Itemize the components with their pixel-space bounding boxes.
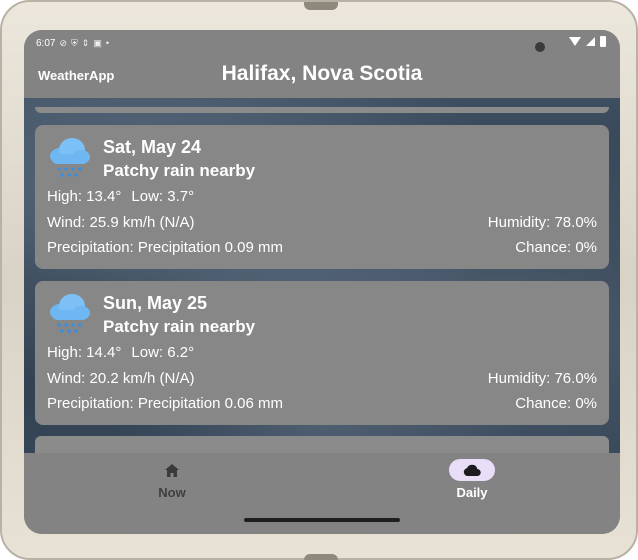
day-title: Sat, May 24: [103, 137, 202, 157]
low-temp: Low: 6.2°: [131, 344, 195, 361]
next-card-edge: [35, 436, 609, 453]
rain-cloud-icon: [50, 294, 90, 333]
precipitation-text: Precipitation: Precipitation 0.06 mm: [47, 395, 283, 412]
shield-icon: ⛨: [71, 37, 78, 48]
wifi-icon: [569, 37, 581, 46]
temperature-row: High: 14.4° Low: 6.2°: [47, 344, 194, 361]
cloud-icon: [463, 464, 481, 476]
temperature-row: High: 13.4° Low: 3.7°: [47, 188, 194, 205]
humidity-text: Humidity: 78.0%: [487, 214, 597, 231]
device-frame: 6:07 ⊘ ⛨ ⇕ ▣ • WeatherApp Halifax, Nova …: [0, 0, 638, 560]
high-temp: High: 14.4°: [47, 344, 122, 361]
hinge-bottom: [304, 554, 338, 560]
app-bar: WeatherApp Halifax, Nova Scotia: [24, 56, 620, 98]
bottom-navigation: Now Daily: [24, 453, 620, 534]
forecast-card[interactable]: Sat, May 24 Patchy rain nearby High: 13.…: [35, 125, 609, 269]
nav-pill-daily: [449, 459, 495, 481]
sync-icon: ⊘: [59, 37, 68, 48]
page-title: Halifax, Nova Scotia: [221, 62, 423, 85]
camera-icon: [535, 42, 545, 52]
dot-icon: •: [105, 38, 109, 48]
forecast-card[interactable]: Sun, May 25 Patchy rain nearby High: 14.…: [35, 281, 609, 425]
low-temp: Low: 3.7°: [131, 188, 195, 205]
wind-text: Wind: 20.2 km/h (N/A): [47, 370, 195, 387]
day-title: Sun, May 25: [103, 293, 208, 313]
gesture-handle[interactable]: [244, 518, 400, 522]
wind-text: Wind: 25.9 km/h (N/A): [47, 214, 195, 231]
vpn-icon: ⇕: [81, 37, 90, 48]
nav-label-now: Now: [158, 485, 186, 500]
nav-pill-now: [149, 459, 195, 481]
status-bar: 6:07 ⊘ ⛨ ⇕ ▣ •: [24, 30, 620, 56]
status-time: 6:07: [36, 37, 56, 49]
forecast-list[interactable]: Sat, May 24 Patchy rain nearby High: 13.…: [24, 98, 620, 453]
home-icon: [165, 463, 179, 477]
precipitation-text: Precipitation: Precipitation 0.09 mm: [47, 239, 283, 256]
chance-text: Chance: 0%: [515, 395, 597, 412]
sim-icon: ▣: [93, 37, 102, 48]
condition-text: Patchy rain nearby: [103, 317, 256, 336]
high-temp: High: 13.4°: [47, 188, 122, 205]
status-right: [569, 36, 606, 47]
nav-item-daily[interactable]: Daily: [432, 459, 512, 500]
condition-text: Patchy rain nearby: [103, 161, 256, 180]
humidity-text: Humidity: 76.0%: [487, 370, 597, 387]
hinge-top: [304, 2, 338, 10]
nav-item-now[interactable]: Now: [132, 459, 212, 500]
previous-card-edge: [35, 107, 609, 113]
signal-icon: [586, 37, 595, 46]
screen: 6:07 ⊘ ⛨ ⇕ ▣ • WeatherApp Halifax, Nova …: [24, 30, 620, 534]
nav-label-daily: Daily: [456, 485, 488, 500]
battery-icon: [600, 36, 606, 47]
rain-cloud-icon: [50, 138, 90, 177]
chance-text: Chance: 0%: [515, 239, 597, 256]
